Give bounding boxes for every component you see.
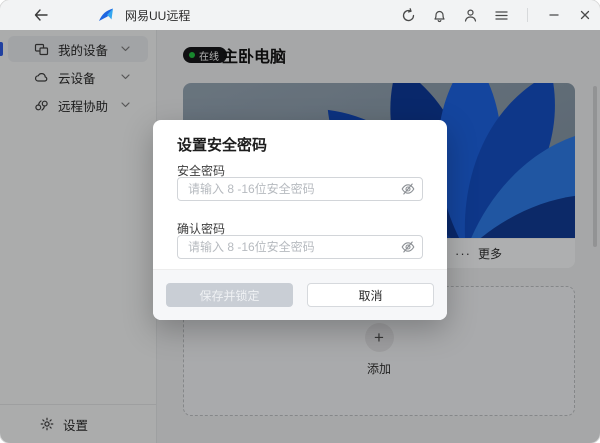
minimize-icon[interactable] xyxy=(545,6,563,24)
back-button[interactable] xyxy=(32,6,50,24)
titlebar-actions xyxy=(399,6,594,24)
set-security-password-dialog: 设置安全密码 安全密码 确认密码 保存并锁定 取消 xyxy=(153,120,447,320)
close-icon[interactable] xyxy=(576,6,594,24)
refresh-icon[interactable] xyxy=(399,6,417,24)
confirm-password-input[interactable] xyxy=(177,235,423,259)
menu-hamburger-icon[interactable] xyxy=(492,6,510,24)
dialog-title: 设置安全密码 xyxy=(177,134,267,155)
titlebar-separator xyxy=(527,8,528,22)
password-input[interactable] xyxy=(177,177,423,201)
app-title: 网易UU远程 xyxy=(125,7,190,24)
confirm-field-wrap xyxy=(177,235,423,259)
app-logo-icon xyxy=(96,6,118,24)
app-window: 网易UU远程 xyxy=(0,0,600,443)
titlebar: 网易UU远程 xyxy=(0,0,600,30)
notifications-bell-icon[interactable] xyxy=(430,6,448,24)
account-person-icon[interactable] xyxy=(461,6,479,24)
dialog-footer: 保存并锁定 取消 xyxy=(153,269,447,320)
cancel-button[interactable]: 取消 xyxy=(307,283,434,307)
eye-off-icon[interactable] xyxy=(401,240,415,254)
password-field-wrap xyxy=(177,177,423,201)
eye-off-icon[interactable] xyxy=(401,182,415,196)
save-and-lock-button[interactable]: 保存并锁定 xyxy=(166,283,293,307)
